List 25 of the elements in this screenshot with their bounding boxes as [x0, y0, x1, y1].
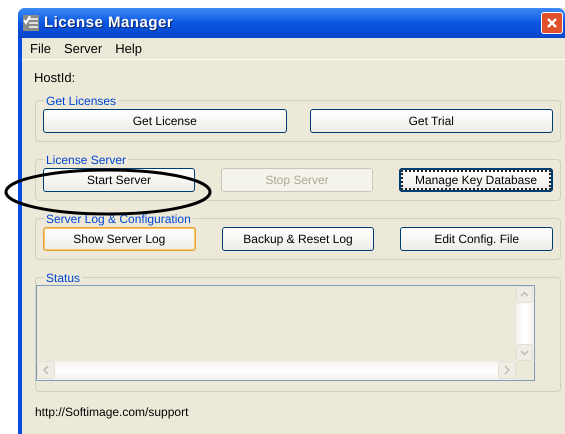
- dialog-button[interactable]: Backup & Reset Log: [222, 226, 374, 250]
- scroll-right-icon[interactable]: [498, 360, 516, 378]
- dialog-button[interactable]: Get Trial: [310, 108, 553, 132]
- menu-item[interactable]: File: [30, 38, 51, 58]
- group-title: Server Log & Configuration: [45, 212, 192, 226]
- vertical-scrollbar[interactable]: [516, 286, 534, 360]
- group-title: Get Licenses: [45, 94, 118, 108]
- dialog-button[interactable]: Manage Key Database: [399, 168, 553, 192]
- close-icon: [546, 17, 558, 29]
- scroll-left-icon[interactable]: [37, 360, 55, 378]
- window-title: License Manager: [44, 12, 174, 33]
- group-title: Status: [45, 270, 82, 284]
- host-id-label: HostId:: [34, 69, 76, 87]
- scroll-down-icon[interactable]: [516, 344, 533, 360]
- scroll-up-icon[interactable]: [516, 286, 533, 302]
- dialog-button[interactable]: Get License: [43, 108, 286, 132]
- group-title: License Server: [45, 152, 128, 166]
- support-url: http://Softimage.com/support: [35, 404, 190, 420]
- close-button[interactable]: [541, 12, 563, 34]
- dialog-button[interactable]: Show Server Log: [43, 226, 196, 250]
- menu-item[interactable]: Server: [64, 38, 102, 58]
- horizontal-scrollbar[interactable]: [37, 360, 516, 380]
- checklist-icon: [22, 14, 40, 32]
- dialog-button[interactable]: Edit Config. File: [400, 226, 554, 250]
- menu-item[interactable]: Help: [115, 38, 142, 58]
